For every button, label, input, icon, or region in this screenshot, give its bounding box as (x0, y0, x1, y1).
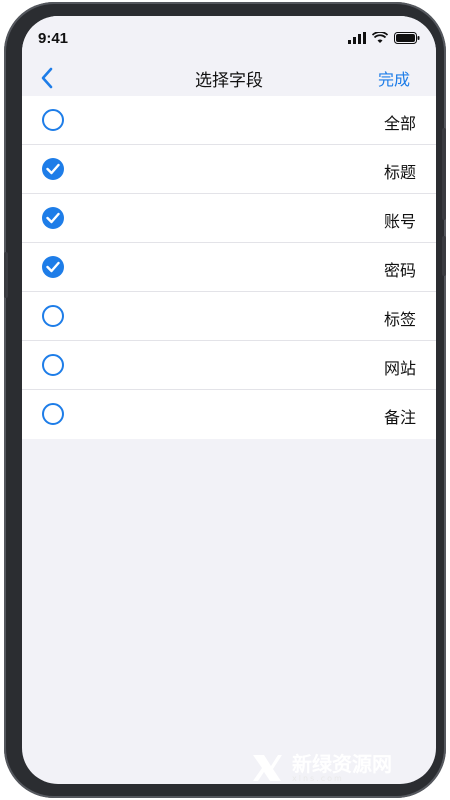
screen: 9:41 选择字段 完成 全部 标题 账号 密码 标签 网站 备注 (22, 16, 436, 784)
field-label: 备注 (383, 408, 416, 427)
field-label: 网站 (383, 359, 416, 378)
page-title: 选择字段 (195, 71, 263, 91)
field-label: 密码 (383, 261, 416, 280)
field-label: 全部 (383, 114, 416, 133)
field-label: 标签 (383, 310, 416, 329)
watermark-brand: 新绿资源网 (292, 751, 392, 776)
status-time: 9:41 (38, 30, 69, 47)
phone-frame: 9:41 选择字段 完成 全部 标题 账号 密码 标签 网站 备注 (4, 2, 446, 798)
phone-side-button (4, 252, 8, 298)
checkmark-circle-icon[interactable] (42, 256, 64, 278)
field-label: 账号 (383, 212, 416, 231)
field-row-tags[interactable]: 标签 (22, 292, 436, 341)
empty-circle-icon[interactable] (42, 403, 64, 425)
brand-logo-icon (253, 755, 282, 781)
phone-volume-button (442, 128, 446, 220)
field-row-all[interactable]: 全部 (22, 96, 436, 145)
wifi-icon (372, 32, 388, 43)
empty-circle-icon[interactable] (42, 305, 64, 327)
checkmark-circle-icon[interactable] (42, 158, 64, 180)
battery-icon (394, 32, 420, 44)
field-row-notes[interactable]: 备注 (22, 390, 436, 439)
field-row-website[interactable]: 网站 (22, 341, 436, 390)
field-label: 标题 (383, 163, 416, 182)
navigation-bar: 选择字段 完成 (22, 60, 436, 96)
field-list: 全部 标题 账号 密码 标签 网站 备注 (22, 96, 436, 439)
watermark: 新绿资源网 xlns.com (250, 748, 430, 788)
field-row-account[interactable]: 账号 (22, 194, 436, 243)
done-button[interactable]: 完成 (378, 66, 410, 90)
empty-circle-icon[interactable] (42, 109, 64, 131)
checkmark-circle-icon[interactable] (42, 207, 64, 229)
field-row-password[interactable]: 密码 (22, 243, 436, 292)
field-row-title[interactable]: 标题 (22, 145, 436, 194)
phone-power-button (442, 236, 446, 276)
signal-icon (348, 32, 366, 44)
empty-circle-icon[interactable] (42, 354, 64, 376)
status-bar: 9:41 (22, 16, 436, 60)
status-icons (348, 32, 420, 44)
